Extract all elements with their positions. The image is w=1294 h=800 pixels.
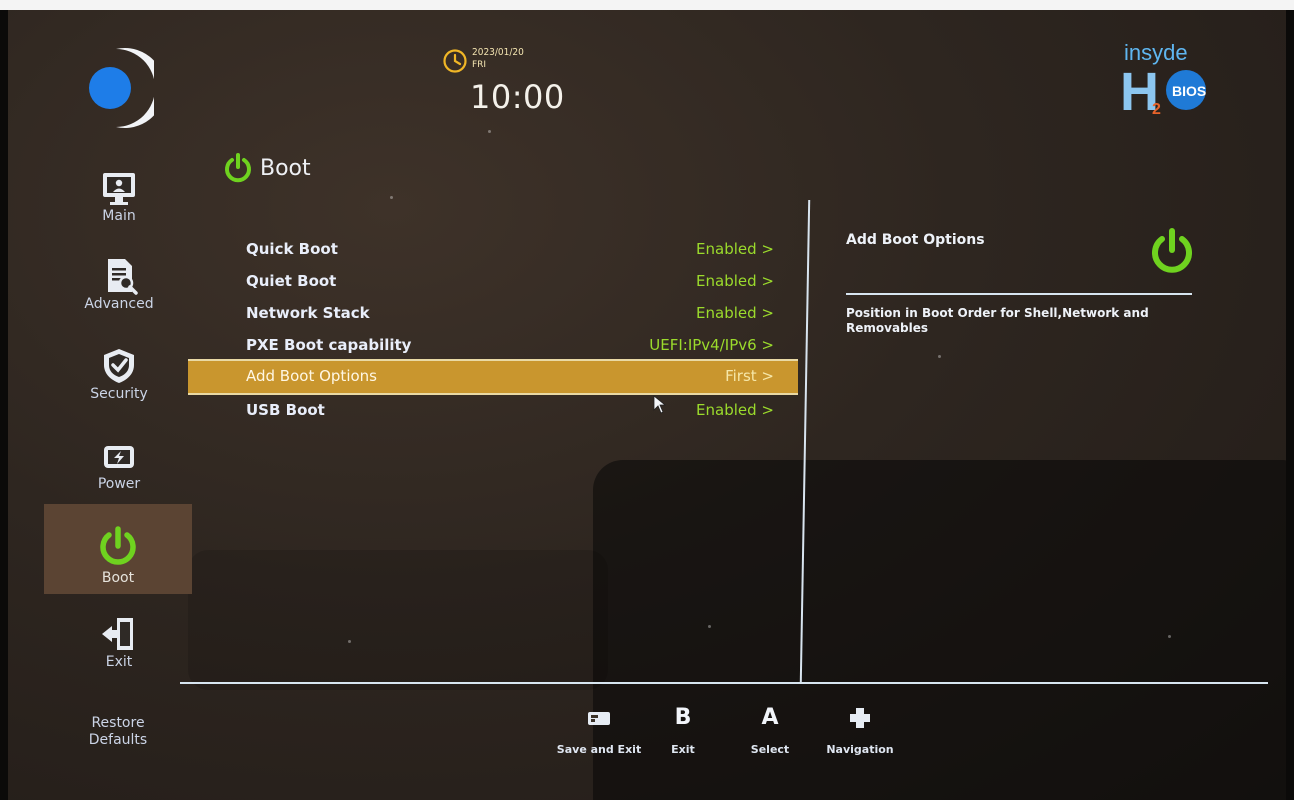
help-description: Position in Boot Order for Shell,Network…: [846, 306, 1149, 335]
dust-speck: [938, 355, 941, 358]
date-label: 2023/01/20: [472, 47, 524, 58]
time-label: 10:00: [470, 78, 565, 116]
restore-defaults-button[interactable]: Restore Defaults: [64, 715, 172, 749]
battery-icon: [104, 446, 134, 468]
key-exit[interactable]: B Exit: [664, 705, 702, 756]
setting-label: PXE Boot capability: [246, 336, 412, 354]
camera-frame-top: [0, 0, 1294, 10]
setting-value: UEFI:IPv4/IPv6 >: [649, 336, 774, 354]
page-title-text: Boot: [260, 155, 311, 181]
a-button-glyph: A: [761, 705, 779, 730]
setting-value: First >: [725, 367, 774, 385]
key-select[interactable]: A Select: [746, 705, 794, 756]
dust-speck: [708, 625, 711, 628]
dust-speck: [488, 130, 491, 133]
dpad-icon: [850, 708, 870, 728]
key-label: Navigation: [826, 743, 894, 756]
setting-quiet-boot[interactable]: Quiet Boot Enabled >: [188, 266, 798, 296]
power-icon: [100, 526, 136, 565]
setting-label: Quiet Boot: [246, 272, 337, 290]
setting-value: Enabled >: [696, 272, 774, 290]
setting-usb-boot[interactable]: USB Boot Enabled >: [188, 395, 798, 425]
setting-label: Network Stack: [246, 304, 370, 322]
bios-screen: 2023/01/20 FRI 10:00 insyde H 2 BIOS Mai…: [8, 10, 1286, 800]
key-label: Save and Exit: [556, 743, 642, 756]
dust-speck: [348, 640, 351, 643]
setting-network-stack[interactable]: Network Stack Enabled >: [188, 298, 798, 328]
sidebar-item-power[interactable]: Power: [46, 440, 192, 506]
setting-value: Enabled >: [696, 240, 774, 258]
screen-reflection-2: [188, 550, 608, 690]
sidebar-item-label: Advanced: [84, 296, 154, 312]
sidebar-item-main[interactable]: Main: [46, 170, 192, 236]
shield-icon: [104, 349, 134, 383]
mouse-pointer-icon: [653, 395, 667, 414]
key-label: Select: [750, 743, 790, 756]
footer-divider: [180, 682, 1268, 684]
sidebar-item-label: Boot: [101, 570, 135, 586]
sidebar-item-label: Main: [102, 208, 136, 224]
key-label: Exit: [671, 743, 695, 756]
setting-value: Enabled >: [696, 304, 774, 322]
insyde-h2o-logo: insyde H 2 BIOS: [1120, 40, 1206, 120]
dust-speck: [390, 196, 393, 199]
setting-quick-boot[interactable]: Quick Boot Enabled >: [188, 234, 798, 264]
power-icon: [225, 153, 251, 183]
document-search-icon: [108, 259, 138, 295]
setting-value: Enabled >: [696, 401, 774, 419]
setting-add-boot-options[interactable]: Add Boot Options First >: [188, 359, 798, 395]
exit-door-icon: [102, 618, 133, 650]
sidebar-item-label: Exit: [105, 654, 133, 670]
help-title: Add Boot Options: [846, 232, 985, 248]
b-button-glyph: B: [674, 705, 692, 730]
brand-bios: BIOS: [1172, 83, 1206, 99]
sidebar-item-label: Power: [97, 476, 141, 492]
save-exit-icon: [588, 712, 610, 725]
dust-speck: [1168, 635, 1171, 638]
day-label: FRI: [472, 60, 487, 70]
setting-label: Add Boot Options: [246, 367, 377, 385]
sidebar-item-advanced[interactable]: Advanced: [46, 256, 192, 322]
brand-2: 2: [1152, 101, 1161, 118]
monitor-icon: [103, 173, 135, 205]
sidebar-item-label: Security: [90, 386, 148, 402]
setting-label: Quick Boot: [246, 240, 338, 258]
page-title: Boot: [222, 152, 311, 184]
key-save-and-exit[interactable]: Save and Exit: [556, 705, 642, 756]
sidebar-item-boot[interactable]: Boot: [44, 504, 192, 594]
sidebar-item-exit[interactable]: Exit: [46, 614, 192, 680]
setting-label: USB Boot: [246, 401, 325, 419]
device-logo: [89, 48, 154, 128]
help-divider: [846, 293, 1192, 295]
power-icon: [1152, 228, 1192, 273]
key-navigation[interactable]: Navigation: [824, 705, 896, 756]
sidebar-item-security[interactable]: Security: [46, 346, 192, 412]
clock-icon: [443, 49, 467, 73]
setting-pxe-boot-capability[interactable]: PXE Boot capability UEFI:IPv4/IPv6 >: [188, 330, 798, 360]
